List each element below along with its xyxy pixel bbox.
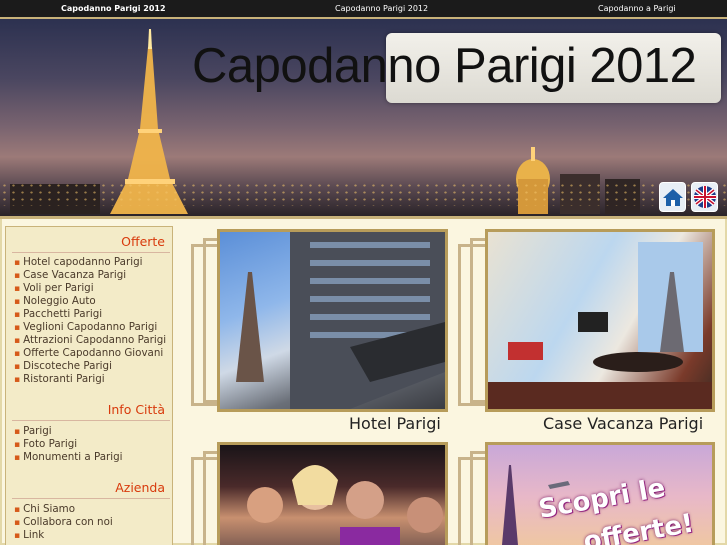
home-icon	[662, 189, 683, 206]
header-banner: Capodanno Parigi 2012	[0, 17, 727, 219]
divider	[12, 420, 170, 421]
sidebar-item-parigi[interactable]: ▪ Parigi	[14, 425, 123, 438]
bullet-icon: ▪	[14, 375, 21, 385]
sidebar-item-hotel[interactable]: ▪ Hotel capodanno Parigi	[14, 256, 166, 269]
sidebar-item-monumenti[interactable]: ▪ Monumenti a Parigi	[14, 451, 123, 464]
hotel-building-image	[236, 232, 445, 409]
hotel-photo[interactable]	[217, 229, 448, 412]
top-bar: Capodanno Parigi 2012 Capodanno Parigi 2…	[0, 0, 727, 17]
sidebar-item-case-vacanza[interactable]: ▪ Case Vacanza Parigi	[14, 269, 166, 282]
sidebar-list-info-citta: ▪ Parigi ▪ Foto Parigi ▪ Monumenti a Parigi	[14, 425, 123, 464]
page-title: Capodanno Parigi 2012	[192, 39, 697, 93]
offers-banner[interactable]: Scopri le offerte!	[485, 442, 715, 545]
bullet-icon: ▪	[14, 518, 21, 528]
party-people-image	[247, 465, 443, 545]
sidebar-item-foto-parigi[interactable]: ▪ Foto Parigi	[14, 438, 123, 451]
divider	[12, 252, 170, 253]
topbar-link-capodanno-a-parigi[interactable]: Capodanno a Parigi	[598, 4, 676, 13]
sidebar-heading-azienda: Azienda	[115, 480, 165, 495]
bullet-icon: ▪	[14, 297, 21, 307]
sidebar-item-discoteche[interactable]: ▪ Discoteche Parigi	[14, 360, 166, 373]
sidebar-item-collabora[interactable]: ▪ Collabora con noi	[14, 516, 113, 529]
bullet-icon: ▪	[14, 531, 21, 541]
sidebar-item-chi-siamo[interactable]: ▪ Chi Siamo	[14, 503, 113, 516]
tile-label-case-vacanza[interactable]: Case Vacanza Parigi	[543, 414, 703, 433]
bullet-icon: ▪	[14, 453, 21, 463]
divider	[12, 498, 170, 499]
bullet-icon: ▪	[14, 284, 21, 294]
sidebar-item-link[interactable]: ▪ Link	[14, 529, 113, 542]
sidebar: Offerte ▪ Hotel capodanno Parigi ▪ Case Va…	[5, 226, 173, 545]
apartment-interior-image	[488, 242, 712, 409]
sidebar-item-veglioni[interactable]: ▪ Veglioni Capodanno Parigi	[14, 321, 166, 334]
sidebar-list-offerte: ▪ Hotel capodanno Parigi ▪ Case Vacanza Pa…	[14, 256, 166, 386]
sidebar-heading-info-citta: Info Città	[107, 402, 165, 417]
sidebar-item-offerte-giovani[interactable]: ▪ Offerte Capodanno Giovani	[14, 347, 166, 360]
uk-flag-icon	[693, 186, 716, 208]
sidebar-item-ristoranti[interactable]: ▪ Ristoranti Parigi	[14, 373, 166, 386]
apartment-photo[interactable]	[485, 229, 715, 412]
bullet-icon: ▪	[14, 310, 21, 320]
language-english-button[interactable]	[691, 182, 718, 212]
bullet-icon: ▪	[14, 349, 21, 359]
home-button[interactable]	[659, 182, 686, 212]
bullet-icon: ▪	[14, 271, 21, 281]
bullet-icon: ▪	[14, 323, 21, 333]
bullet-icon: ▪	[14, 258, 21, 268]
sidebar-item-voli[interactable]: ▪ Voli per Parigi	[14, 282, 166, 295]
sidebar-list-azienda: ▪ Chi Siamo ▪ Collabora con noi ▪ Link	[14, 503, 113, 542]
sidebar-item-noleggio[interactable]: ▪ Noleggio Auto	[14, 295, 166, 308]
sidebar-heading-offerte: Offerte	[121, 234, 165, 249]
topbar-link-home[interactable]: Capodanno Parigi 2012	[61, 4, 166, 13]
sidebar-item-attrazioni[interactable]: ▪ Attrazioni Capodanno Parigi	[14, 334, 166, 347]
party-photo[interactable]	[217, 442, 448, 545]
bullet-icon: ▪	[14, 505, 21, 515]
bullet-icon: ▪	[14, 362, 21, 372]
bullet-icon: ▪	[14, 427, 21, 437]
tile-label-hotel[interactable]: Hotel Parigi	[349, 414, 441, 433]
sidebar-item-pacchetti[interactable]: ▪ Pacchetti Parigi	[14, 308, 166, 321]
topbar-link-capodanno[interactable]: Capodanno Parigi 2012	[335, 4, 428, 13]
bullet-icon: ▪	[14, 440, 21, 450]
bullet-icon: ▪	[14, 336, 21, 346]
